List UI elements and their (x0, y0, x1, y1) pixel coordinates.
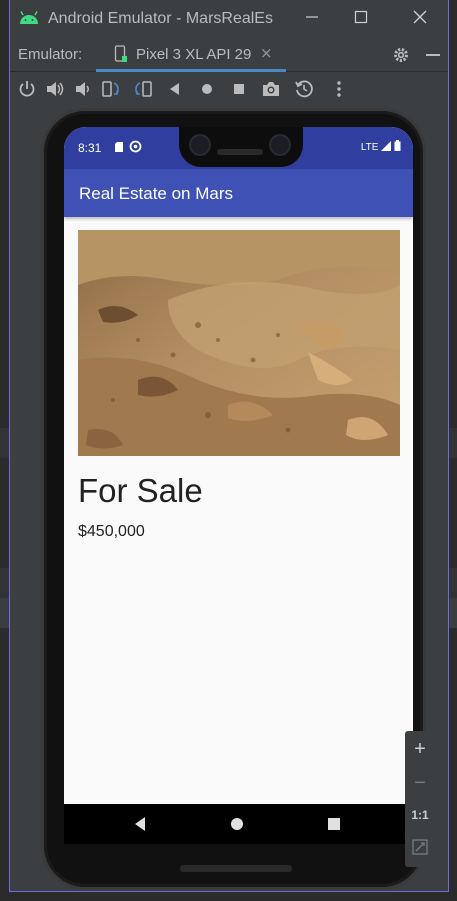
mars-property-image (78, 230, 400, 456)
overview-icon[interactable] (228, 78, 250, 100)
volume-down-icon[interactable] (72, 78, 94, 100)
listing-price: $450,000 (78, 523, 145, 540)
zoom-in-button[interactable]: + (405, 734, 435, 764)
close-icon[interactable] (406, 6, 434, 32)
fit-screen-icon[interactable] (412, 839, 428, 855)
navigation-bar (64, 804, 413, 844)
front-camera (189, 134, 211, 156)
device-screen[interactable]: 8:31 LTE Real Estate on Mars For Sale $4… (64, 127, 413, 843)
bottom-speaker (180, 865, 292, 872)
window-title: Android Emulator - MarsRealEs (48, 10, 273, 27)
gear-icon[interactable] (392, 46, 410, 64)
snapshot-icon[interactable] (293, 78, 315, 100)
back-icon[interactable] (164, 78, 186, 100)
power-icon[interactable] (16, 78, 38, 100)
tab-pixel-3-xl[interactable]: Pixel 3 XL API 29 × (96, 38, 286, 72)
emulator-tabbar: Emulator: Pixel 3 XL API 29 × (10, 38, 448, 72)
tab-label: Pixel 3 XL API 29 (136, 46, 252, 63)
device-phone-icon (114, 45, 127, 62)
status-time: 8:31 (78, 141, 102, 155)
sd-card-icon (115, 142, 123, 152)
more-options-icon[interactable] (328, 78, 350, 100)
sync-icon (129, 140, 142, 153)
signal-icon (381, 141, 392, 151)
listing-type: For Sale (78, 472, 203, 509)
device-frame: 8:31 LTE Real Estate on Mars For Sale $4… (41, 108, 426, 890)
volume-up-icon[interactable] (44, 78, 66, 100)
camera-notch (179, 127, 303, 167)
zoom-out-button[interactable]: − (405, 768, 435, 798)
nav-home-icon[interactable] (229, 815, 245, 833)
minimize-icon[interactable] (298, 6, 326, 32)
tab-close-icon[interactable]: × (260, 44, 273, 62)
android-icon (20, 11, 38, 24)
earpiece-speaker (217, 149, 263, 155)
nav-back-icon[interactable] (132, 815, 148, 833)
network-type: LTE (360, 142, 379, 153)
zoom-controls: + − 1:1 (405, 731, 435, 867)
status-bar: 8:31 LTE (64, 127, 413, 169)
app-title: Real Estate on Mars (79, 184, 234, 203)
front-camera (269, 134, 291, 156)
status-icons: LTE (361, 140, 401, 153)
emulator-window: Android Emulator - MarsRealEs Emulator: … (9, 0, 449, 892)
title-bar: Android Emulator - MarsRealEs (10, 0, 448, 38)
rotate-right-icon[interactable] (132, 78, 154, 100)
maximize-icon[interactable] (347, 6, 375, 32)
app-bar: Real Estate on Mars (64, 169, 413, 217)
nav-overview-icon[interactable] (326, 815, 342, 833)
hide-panel-icon[interactable] (424, 46, 442, 64)
battery-icon (394, 140, 401, 151)
screenshot-icon[interactable] (260, 78, 282, 100)
home-icon[interactable] (196, 78, 218, 100)
rotate-left-icon[interactable] (100, 78, 122, 100)
emulator-label: Emulator: (18, 46, 83, 63)
emulator-toolbar (10, 72, 448, 106)
actual-size-button[interactable]: 1:1 (405, 800, 435, 830)
